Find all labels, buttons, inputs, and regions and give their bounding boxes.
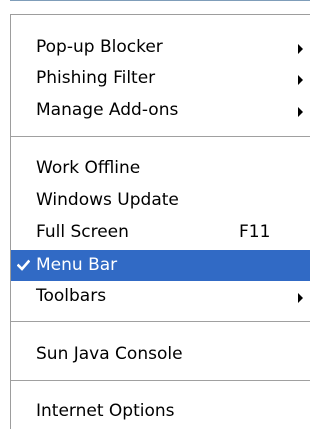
menu-item-label: Phishing Filter [36, 68, 156, 88]
menu-separator [11, 136, 310, 138]
submenu-arrow-icon [298, 75, 303, 85]
menu-item-toolbars[interactable]: Toolbars [11, 281, 310, 312]
menu-item-label: Manage Add-ons [36, 100, 179, 120]
tools-menu: Pop-up Blocker Phishing Filter Manage Ad… [10, 14, 310, 429]
menu-item-label: Internet Options [36, 401, 175, 421]
window-edge-top [0, 0, 310, 14]
menu-item-shortcut: F11 [239, 222, 271, 242]
menu-item-manage-addons[interactable]: Manage Add-ons [11, 95, 310, 126]
menu-item-menu-bar[interactable]: Menu Bar [11, 250, 310, 281]
submenu-arrow-icon [298, 44, 303, 54]
submenu-arrow-icon [298, 107, 303, 117]
menu-item-label: Toolbars [36, 286, 107, 306]
menu-item-full-screen[interactable]: Full Screen F11 [11, 217, 310, 248]
menu-item-windows-update[interactable]: Windows Update [11, 185, 310, 216]
window-border-line [0, 0, 310, 1]
menu-item-work-offline[interactable]: Work Offline [11, 153, 310, 184]
menu-item-internet-options[interactable]: Internet Options [11, 396, 310, 427]
menu-item-label: Sun Java Console [36, 344, 183, 364]
menu-item-label: Pop-up Blocker [36, 37, 163, 57]
menu-item-sun-java-console[interactable]: Sun Java Console [11, 339, 310, 370]
menu-item-phishing-filter[interactable]: Phishing Filter [11, 63, 310, 94]
menu-item-label: Windows Update [36, 190, 179, 210]
menu-separator [11, 321, 310, 323]
menu-item-label: Work Offline [36, 158, 141, 178]
menu-item-label: Full Screen [36, 222, 129, 242]
submenu-arrow-icon [298, 293, 303, 303]
menu-separator [11, 380, 310, 382]
window-edge-left [0, 0, 10, 429]
menu-item-popup-blocker[interactable]: Pop-up Blocker [11, 32, 310, 63]
menu-item-label: Menu Bar [36, 255, 118, 275]
checkmark-icon [17, 259, 30, 271]
